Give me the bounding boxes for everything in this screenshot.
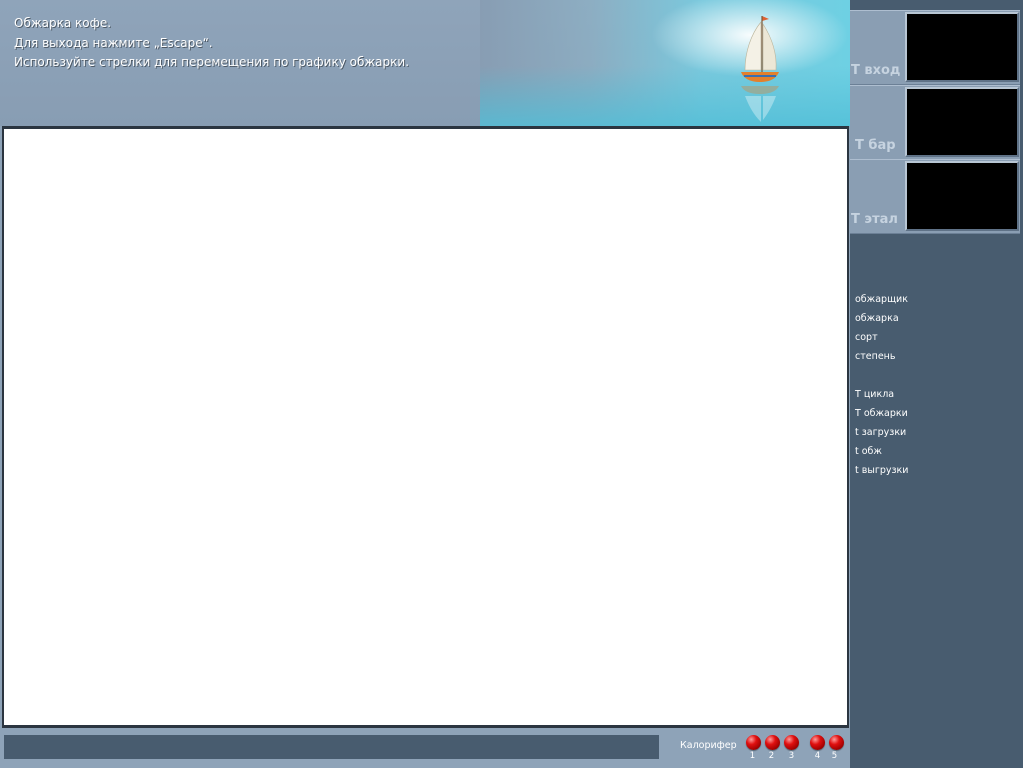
roaster-name-label: обжарщик <box>855 294 908 305</box>
heater-3-indicator <box>784 735 799 750</box>
heater-4-number: 4 <box>814 751 821 761</box>
heater-1-indicator <box>746 735 761 750</box>
heater-2-indicator <box>765 735 780 750</box>
sea-background <box>480 0 850 126</box>
heater-5-number: 5 <box>831 751 838 761</box>
temp-reference-label: T этал <box>851 212 898 227</box>
header-exit-hint: Для выхода нажмите „Escape“. <box>14 35 213 50</box>
header-title: Обжарка кофе. <box>14 16 112 30</box>
degree-label: степень <box>855 351 896 362</box>
roast-app-window: Обжарка кофе. Для выхода нажмите „Escape… <box>0 0 1023 768</box>
temp-reference-display <box>905 161 1019 231</box>
timing-info-list: T цикла T обжарки t загрузки t обж t выг… <box>855 385 908 480</box>
header-banner: Обжарка кофе. Для выхода нажмите „Escape… <box>0 0 850 126</box>
heater-3-number: 3 <box>788 751 795 761</box>
temp-drum-label: T бар <box>855 138 896 153</box>
heater-label: Калорифер <box>680 740 737 751</box>
heater-2-number: 2 <box>768 751 775 761</box>
temp-drum-block: T бар <box>850 85 1020 160</box>
unload-time-label: t выгрузки <box>855 465 909 476</box>
roast-info-list: обжарщик обжарка сорт степень <box>855 290 908 366</box>
roast-time-label: t обж <box>855 446 882 457</box>
header-instructions: Обжарка кофе. Для выхода нажмите „Escape… <box>14 14 409 73</box>
heater-5-indicator <box>829 735 844 750</box>
header-navigation-hint: Используйте стрелки для перемещения по г… <box>14 55 410 69</box>
heater-1-number: 1 <box>749 751 756 761</box>
variety-label: сорт <box>855 332 878 343</box>
status-message-box <box>4 735 659 759</box>
temp-inlet-block: T вход <box>850 10 1020 85</box>
sailboat-icon <box>741 16 779 122</box>
roast-chart-area[interactable] <box>4 129 847 725</box>
load-time-label: t загрузки <box>855 427 907 438</box>
roast-label: обжарка <box>855 313 899 324</box>
temp-reference-block: T этал <box>850 159 1020 234</box>
temp-inlet-label: T вход <box>851 63 901 78</box>
heater-4-indicator <box>810 735 825 750</box>
temp-inlet-display <box>905 12 1019 82</box>
roast-temp-label: T обжарки <box>855 408 908 419</box>
cycle-time-label: T цикла <box>855 389 895 400</box>
temp-drum-display <box>905 87 1019 157</box>
